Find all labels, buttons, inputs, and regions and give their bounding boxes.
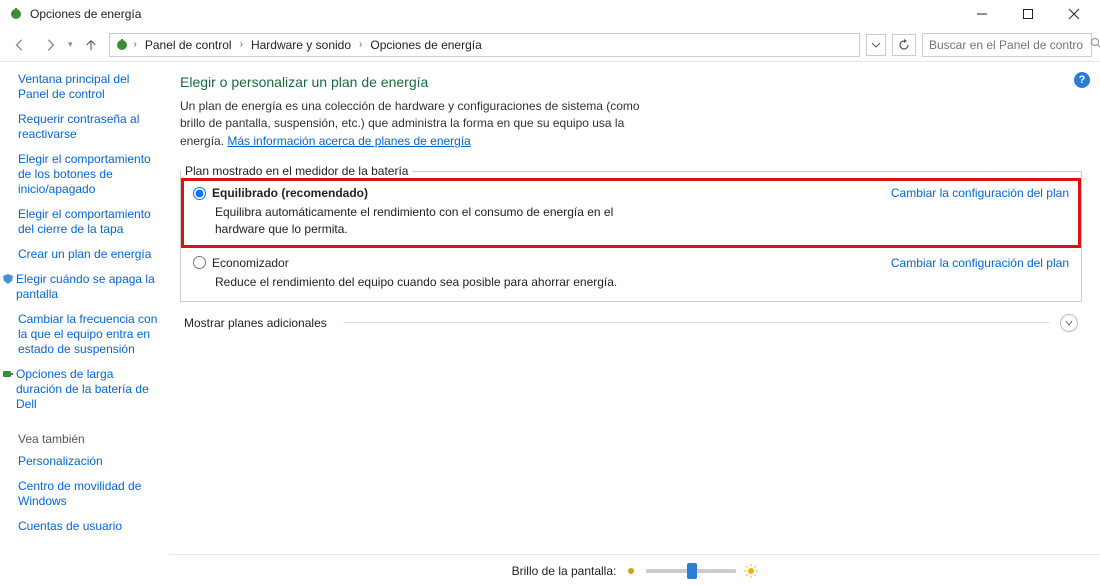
addressbar: ▾ › Panel de control › Hardware y sonido… <box>0 28 1100 62</box>
help-icon[interactable]: ? <box>1074 72 1090 88</box>
chevron-right-icon: › <box>357 39 364 50</box>
plan-saver-desc: Reduce el rendimiento del equipo cuando … <box>215 274 635 291</box>
page-title: Elegir o personalizar un plan de energía <box>180 74 1082 90</box>
app-icon <box>8 6 24 22</box>
sidebar-link-sleep[interactable]: Cambiar la frecuencia con la que el equi… <box>18 312 158 357</box>
back-button[interactable] <box>8 33 32 57</box>
plan-saver-change-link[interactable]: Cambiar la configuración del plan <box>891 256 1069 270</box>
brightness-bar: Brillo de la pantalla: <box>170 554 1100 586</box>
additional-label: Mostrar planes adicionales <box>184 316 327 330</box>
sidebar: Ventana principal del Panel de control R… <box>0 62 170 554</box>
titlebar: Opciones de energía <box>0 0 1100 28</box>
recent-dropdown-icon[interactable]: ▾ <box>68 39 73 50</box>
page-description: Un plan de energía es una colección de h… <box>180 98 640 150</box>
plan-saver-radio[interactable] <box>193 256 206 269</box>
breadcrumb-icon <box>114 37 130 53</box>
chevron-down-icon <box>1060 314 1078 332</box>
sidebar-link-lid[interactable]: Elegir el comportamiento del cierre de l… <box>18 207 158 237</box>
minimize-button[interactable] <box>960 0 1004 28</box>
sun-dim-icon <box>624 564 638 578</box>
plan-saver-name: Economizador <box>212 256 289 270</box>
sidebar-link-create-plan[interactable]: Crear un plan de energía <box>18 247 158 262</box>
search-icon <box>1090 37 1100 52</box>
breadcrumb-dropdown[interactable] <box>866 34 886 56</box>
search-input[interactable] <box>929 38 1084 52</box>
sidebar-link-dell-battery[interactable]: Opciones de larga duración de la batería… <box>16 367 158 412</box>
refresh-button[interactable] <box>892 34 916 56</box>
power-plans-group: Plan mostrado en el medidor de la baterí… <box>180 164 1082 301</box>
plan-saver: Economizador Cambiar la configuración de… <box>181 248 1081 301</box>
window-title: Opciones de energía <box>30 7 960 21</box>
main-panel: ? Elegir o personalizar un plan de energ… <box>170 62 1100 554</box>
divider <box>343 322 1050 323</box>
battery-icon <box>2 368 14 380</box>
brightness-slider[interactable] <box>646 569 736 573</box>
chevron-right-icon: › <box>132 39 139 50</box>
plan-balanced-desc: Equilibra automáticamente el rendimiento… <box>215 204 635 238</box>
breadcrumb-item[interactable]: Opciones de energía <box>366 36 485 54</box>
plan-balanced-name: Equilibrado (recomendado) <box>212 186 368 200</box>
plan-balanced-radio[interactable] <box>193 187 206 200</box>
slider-thumb[interactable] <box>687 563 697 579</box>
maximize-button[interactable] <box>1006 0 1050 28</box>
shield-icon <box>2 273 14 285</box>
sun-bright-icon <box>744 564 758 578</box>
show-additional-plans[interactable]: Mostrar planes adicionales <box>180 302 1082 344</box>
see-also-accounts[interactable]: Cuentas de usuario <box>18 519 158 534</box>
close-button[interactable] <box>1052 0 1096 28</box>
brightness-label: Brillo de la pantalla: <box>512 564 617 578</box>
see-also-personalization[interactable]: Personalización <box>18 454 158 469</box>
see-also-mobility[interactable]: Centro de movilidad de Windows <box>18 479 158 509</box>
group-label: Plan mostrado en el medidor de la baterí… <box>181 164 412 178</box>
breadcrumb-item[interactable]: Hardware y sonido <box>247 36 355 54</box>
search-box[interactable] <box>922 33 1092 57</box>
chevron-right-icon: › <box>238 39 245 50</box>
up-button[interactable] <box>79 33 103 57</box>
more-info-link[interactable]: Más información acerca de planes de ener… <box>227 134 470 148</box>
sidebar-link-home[interactable]: Ventana principal del Panel de control <box>18 72 158 102</box>
plan-balanced-change-link[interactable]: Cambiar la configuración del plan <box>891 186 1069 200</box>
forward-button[interactable] <box>38 33 62 57</box>
see-also-heading: Vea también <box>18 432 158 446</box>
sidebar-link-display-off[interactable]: Elegir cuándo se apaga la pantalla <box>16 272 158 302</box>
breadcrumb[interactable]: › Panel de control › Hardware y sonido ›… <box>109 33 860 57</box>
sidebar-link-power-buttons[interactable]: Elegir el comportamiento de los botones … <box>18 152 158 197</box>
sidebar-link-password[interactable]: Requerir contraseña al reactivarse <box>18 112 158 142</box>
breadcrumb-item[interactable]: Panel de control <box>141 36 236 54</box>
plan-balanced: Equilibrado (recomendado) Cambiar la con… <box>181 178 1081 248</box>
